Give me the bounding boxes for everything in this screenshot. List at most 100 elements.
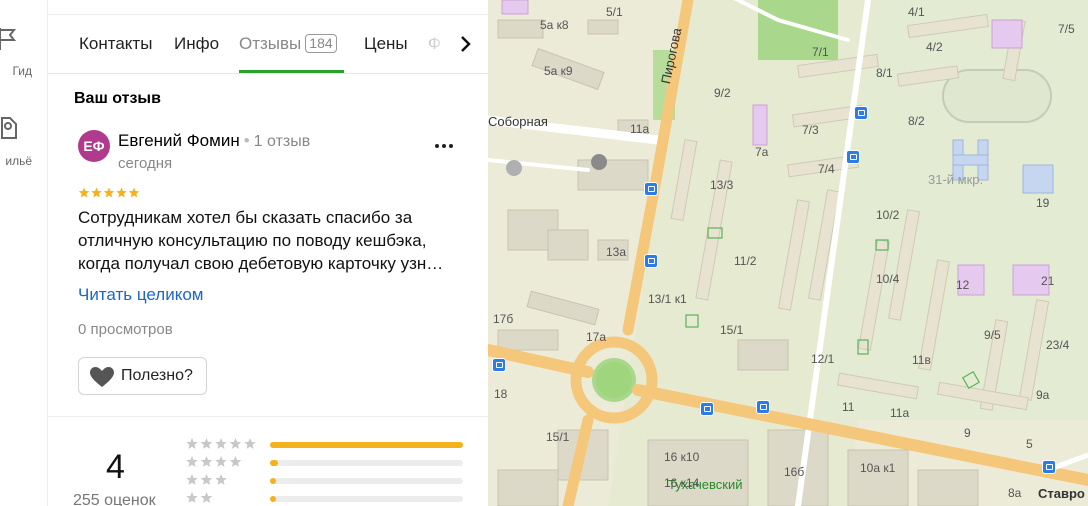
house-number-label: 17а [586,330,607,344]
tab-info[interactable]: Инфо [174,34,219,54]
chevron-right-icon [461,36,471,52]
star-icon [229,456,242,467]
rail-item-hotels[interactable]: ильё [0,114,48,168]
house-number-label: 10/2 [876,208,900,222]
house-number-label: 10а к1 [860,461,896,475]
house-number-label: 11а [890,406,910,420]
rating-bar-fill [270,478,276,484]
house-number-label: 9/2 [714,86,731,100]
rail-item-guide[interactable]: Гид [0,26,48,78]
house-number-label: 5а к8 [540,18,569,32]
review-rating-stars [78,186,140,204]
tab-reviews[interactable]: Отзывы 184 [239,34,337,54]
house-number-label: 16 к10 [664,450,700,464]
bus-stop-icon[interactable] [492,358,506,372]
useful-button[interactable]: Полезно? [78,357,207,395]
read-more-link[interactable]: Читать целиком [78,285,204,305]
house-number-label: 10/4 [876,272,900,286]
star-icon [186,492,198,503]
tab-reviews-label: Отзывы [239,34,302,53]
house-number-label: 15/1 [720,323,744,337]
house-number-label: 8а [1008,486,1022,500]
author-name[interactable]: Евгений Фомин [118,131,240,150]
house-number-label: 17б [493,312,514,326]
district-label: 31-й мкр. [928,172,984,187]
your-review-title: Ваш отзыв [74,90,161,107]
tabs-next-button[interactable] [456,33,476,55]
heart-icon [90,367,114,387]
star-icon [91,187,102,198]
house-number-label: 11 [842,400,855,414]
house-number-label: 7а [755,145,769,159]
tab-contacts[interactable]: Контакты [79,34,152,54]
house-number-label: 5 [1026,437,1033,451]
house-number-label: 8/2 [908,114,925,128]
bus-stop-icon[interactable] [1042,460,1056,474]
star-icon [244,438,256,449]
bus-stop-icon[interactable] [644,182,658,196]
house-number-label: 5а к9 [544,64,573,78]
star-icon [200,474,213,485]
rating-row-stars [186,492,213,503]
section-divider [48,416,488,417]
star-icon [128,187,140,198]
house-number-label: 11/2 [734,254,757,268]
house-number-label: 18 [494,387,508,401]
organization-panel: Контакты Инфо Отзывы184 Цены Ф Ваш отзыв… [48,0,488,506]
tabs-bar: Контакты Инфо Отзывы184 Цены Ф [48,0,488,74]
tab-prices[interactable]: Цены [364,34,408,54]
house-number-label: 21 [1041,274,1055,288]
house-number-label: 9 [964,426,971,440]
star-icon [103,187,115,198]
star-icon [116,187,127,198]
rating-bar-fill [270,442,463,448]
star-icon [215,474,227,485]
star-icon [200,438,213,449]
house-number-label: 7/1 [812,45,829,59]
avatar[interactable]: ЕФ [78,130,110,162]
house-number-label: 4/2 [926,40,943,54]
tab-reviews-count: 184 [305,34,337,53]
bus-stop-icon[interactable] [700,402,714,416]
useful-label: Полезно? [121,367,193,384]
review-text: Сотрудникам хотел бы сказать спасибо за … [78,208,444,273]
rating-score: 4 [106,448,125,486]
house-number-label: 11а [630,122,650,136]
star-icon [215,456,227,467]
flag-icon [0,26,34,54]
star-icon [215,438,227,449]
street-label-sobornaya: Соборная [488,114,548,129]
tabs-fade [424,30,454,60]
house-number-label: 13/1 к1 [648,292,687,306]
bus-stop-icon[interactable] [854,106,868,120]
author-review-count: 1 отзыв [253,133,311,150]
star-icon [186,438,198,449]
poi-icon[interactable] [591,154,607,170]
review-author: Евгений Фомин • 1 отзыв [118,131,311,150]
house-number-label: 9а [1036,388,1050,402]
map[interactable]: Соборная Пирогова Тухачевский Ставро 31-… [488,0,1088,506]
star-icon [186,474,198,485]
house-number-label: 11в [912,353,931,367]
house-number-label: 5/1 [606,5,623,19]
bus-stop-icon[interactable] [756,400,770,414]
rating-row-stars [186,438,256,449]
side-rail: Гид ильё [0,0,48,506]
bus-stop-icon[interactable] [846,150,860,164]
star-icon [200,456,213,467]
active-tab-indicator [239,70,344,73]
rating-bar-track [270,496,463,502]
map-canvas [488,0,1088,506]
house-number-label: 7/4 [818,162,835,176]
rating-bar-fill [270,496,276,502]
star-icon [229,438,242,449]
star-icon [186,456,198,467]
street-label-stavropolskaya: Ставро [1038,486,1085,501]
more-options-button[interactable] [432,138,456,154]
star-icon [78,187,90,198]
church-icon[interactable] [506,160,522,176]
rating-row-stars [186,474,227,485]
bus-stop-icon[interactable] [644,254,658,268]
house-number-label: 16б [784,465,805,479]
hotel-icon [0,114,34,142]
